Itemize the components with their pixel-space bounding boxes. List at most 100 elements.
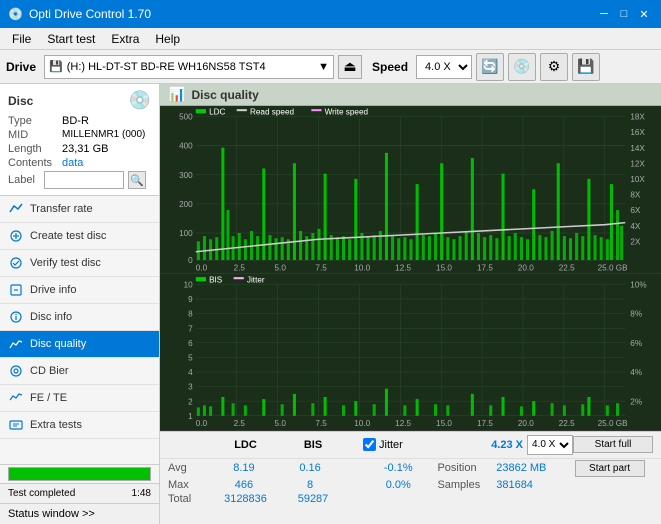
samples-label: Samples — [437, 479, 496, 491]
svg-text:LDC: LDC — [209, 107, 225, 116]
svg-text:Read speed: Read speed — [250, 107, 294, 116]
jitter-checkbox[interactable] — [363, 438, 376, 451]
svg-text:2: 2 — [188, 397, 193, 406]
menu-start-test[interactable]: Start test — [39, 30, 103, 48]
svg-text:10%: 10% — [630, 280, 647, 289]
disc-quality-header: 📊 Disc quality — [160, 84, 661, 106]
svg-text:0.0: 0.0 — [196, 263, 208, 272]
svg-text:16X: 16X — [630, 128, 645, 137]
svg-text:2X: 2X — [630, 237, 640, 246]
svg-text:5.0: 5.0 — [275, 263, 287, 272]
ldc-col-header: LDC — [208, 439, 283, 451]
avg-ldc: 8.19 — [207, 462, 280, 474]
svg-text:100: 100 — [179, 229, 193, 238]
drive-name: (H:) HL-DT-ST BD-RE WH16NS58 TST4 — [67, 61, 266, 73]
nav-item-label: Disc info — [30, 311, 72, 323]
sidebar-item-create-test-disc[interactable]: Create test disc — [0, 223, 159, 250]
total-label: Total — [168, 493, 208, 505]
close-button[interactable]: ✕ — [635, 5, 653, 23]
disc-quality-icon — [8, 336, 24, 352]
svg-text:4: 4 — [188, 368, 193, 377]
position-value: 23862 MB — [496, 462, 574, 474]
menu-extra[interactable]: Extra — [103, 30, 147, 48]
bottom-panel: LDC BIS Jitter 4.23 X 4.0 X Start full — [160, 431, 661, 524]
toolbar-refresh-button[interactable]: 🔄 — [476, 53, 504, 81]
content-area: 📊 Disc quality — [160, 84, 661, 524]
svg-text:0: 0 — [188, 256, 193, 265]
title-bar: 💿 Opti Drive Control 1.70 ─ □ ✕ — [0, 0, 661, 28]
toolbar-settings-button[interactable]: ⚙ — [540, 53, 568, 81]
sidebar-item-cd-bier[interactable]: CD Bier — [0, 358, 159, 385]
start-part-button[interactable]: Start part — [575, 460, 645, 477]
svg-text:8X: 8X — [630, 191, 640, 200]
avg-label: Avg — [168, 462, 207, 474]
menu-file[interactable]: File — [4, 30, 39, 48]
status-window-label: Status window >> — [8, 508, 95, 520]
svg-text:6%: 6% — [630, 338, 642, 347]
nav-items: Transfer rate Create test disc Verify te… — [0, 196, 159, 464]
sidebar-item-fe-te[interactable]: FE / TE — [0, 385, 159, 412]
svg-text:BIS: BIS — [209, 275, 223, 284]
svg-text:10.0: 10.0 — [354, 419, 370, 428]
drive-toolbar: Drive 💾 (H:) HL-DT-ST BD-RE WH16NS58 TST… — [0, 50, 661, 84]
drive-selector[interactable]: 💾 (H:) HL-DT-ST BD-RE WH16NS58 TST4 ▼ — [44, 55, 334, 79]
drive-icon: 💾 — [49, 60, 63, 73]
status-time: 1:48 — [132, 488, 151, 499]
app-icon: 💿 — [8, 7, 23, 21]
speed-select[interactable]: 4.0 X 2.0 X 1.0 X — [416, 55, 472, 79]
sidebar-item-disc-quality[interactable]: Disc quality — [0, 331, 159, 358]
ldc-chart-svg: 500 400 300 200 100 0 18X 16X 14X 12X 10… — [160, 106, 661, 273]
status-window-button[interactable]: Status window >> — [0, 503, 159, 524]
speed-dropdown[interactable]: 4.0 X — [527, 435, 573, 455]
bis-col-header: BIS — [283, 439, 343, 451]
verify-test-disc-icon — [8, 255, 24, 271]
label-search-button[interactable]: 🔍 — [128, 171, 146, 189]
transfer-rate-icon — [8, 201, 24, 217]
maximize-button[interactable]: □ — [615, 5, 633, 23]
label-input[interactable] — [44, 171, 124, 189]
disc-panel: Disc 💿 Type BD-R MID MILLENMR1 (000) Len… — [0, 84, 159, 196]
ldc-chart: 500 400 300 200 100 0 18X 16X 14X 12X 10… — [160, 106, 661, 274]
sidebar-item-disc-info[interactable]: Disc info — [0, 304, 159, 331]
label-label: Label — [8, 174, 40, 186]
svg-text:9: 9 — [188, 295, 193, 304]
samples-value: 381684 — [496, 479, 574, 491]
start-full-button[interactable]: Start full — [573, 436, 653, 453]
avg-bis: 0.16 — [281, 462, 340, 474]
nav-item-label: Create test disc — [30, 230, 106, 242]
mid-value: MILLENMR1 (000) — [62, 129, 145, 141]
status-area: Test completed 1:48 Status window >> — [0, 464, 159, 524]
nav-item-label: Transfer rate — [30, 203, 93, 215]
sidebar-item-verify-test-disc[interactable]: Verify test disc — [0, 250, 159, 277]
svg-text:400: 400 — [179, 142, 193, 151]
toolbar-disc-button[interactable]: 💿 — [508, 53, 536, 81]
menu-help[interactable]: Help — [147, 30, 188, 48]
toolbar-save-button[interactable]: 💾 — [572, 53, 600, 81]
extra-tests-icon — [8, 417, 24, 433]
total-bis: 59287 — [283, 493, 343, 505]
disc-quality-title: Disc quality — [191, 88, 258, 102]
type-label: Type — [8, 115, 58, 127]
fe-te-icon — [8, 390, 24, 406]
svg-text:10X: 10X — [630, 175, 645, 184]
avg-row: Avg 8.19 0.16 -0.1% Position 23862 MB St… — [160, 459, 661, 478]
contents-value: data — [62, 157, 83, 169]
sidebar-item-drive-info[interactable]: Drive info — [0, 277, 159, 304]
max-row: Max 466 8 0.0% Samples 381684 — [160, 478, 661, 492]
type-value: BD-R — [62, 115, 89, 127]
nav-item-label: Disc quality — [30, 338, 86, 350]
svg-text:300: 300 — [179, 171, 193, 180]
minimize-button[interactable]: ─ — [595, 5, 613, 23]
svg-text:2.5: 2.5 — [234, 263, 246, 272]
svg-text:4X: 4X — [630, 222, 640, 231]
svg-text:18X: 18X — [630, 112, 645, 121]
svg-text:7.5: 7.5 — [315, 419, 327, 428]
eject-button[interactable]: ⏏ — [338, 55, 362, 79]
svg-text:5.0: 5.0 — [275, 419, 287, 428]
sidebar-item-extra-tests[interactable]: Extra tests — [0, 412, 159, 439]
max-jitter: 0.0% — [359, 479, 437, 491]
sidebar-item-transfer-rate[interactable]: Transfer rate — [0, 196, 159, 223]
svg-text:4%: 4% — [630, 368, 642, 377]
progress-bar-container — [8, 467, 151, 481]
svg-text:12.5: 12.5 — [395, 263, 411, 272]
